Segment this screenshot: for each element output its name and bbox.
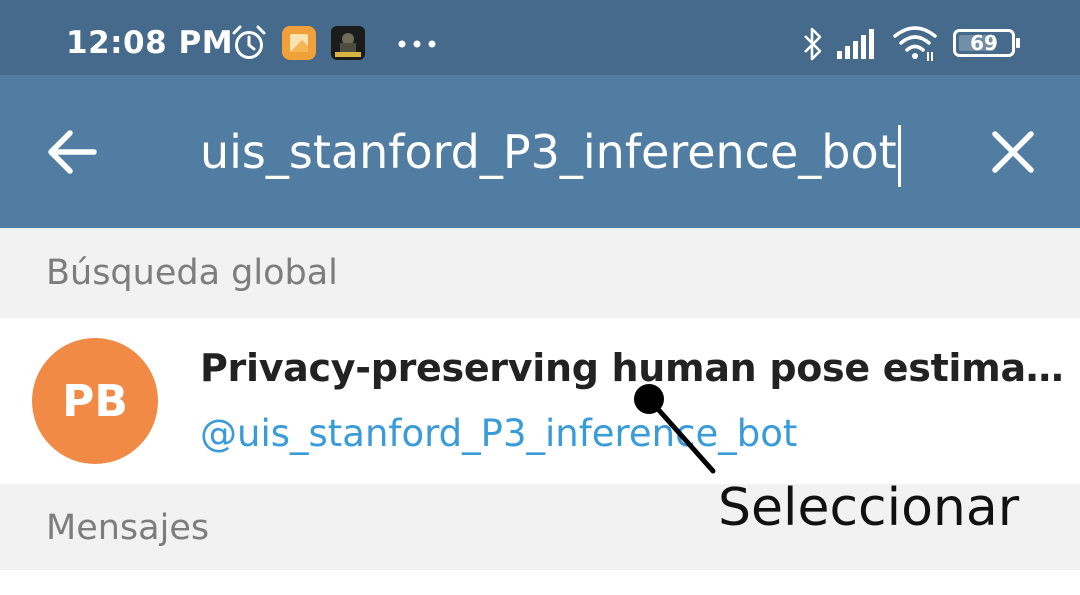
clear-search-button[interactable] [990,129,1036,175]
avatar-initials: PB [62,375,128,427]
search-input[interactable]: uis_stanford_P3_inference_bot [200,117,920,187]
text-cursor [897,124,901,187]
battery-icon: 69 [953,29,1020,57]
close-icon [992,131,1034,173]
status-time: 12:08 PM [66,25,234,61]
bluetooth-icon [804,27,822,61]
section-header-global-search: Búsqueda global [0,228,1080,318]
search-input-value: uis_stanford_P3_inference_bot [200,125,897,179]
section-header-label: Búsqueda global [46,253,338,293]
annotation-pointer-icon [634,384,716,474]
avatar: PB [32,338,158,464]
call-of-duty-app-icon [331,26,365,60]
annotation-label: Seleccionar [718,478,1020,538]
wifi-icon [893,26,937,61]
arrow-left-icon [48,130,97,174]
alarm-icon [232,25,266,59]
status-bar: 12:08 PM 69 [0,0,1080,75]
more-dots-icon [398,40,436,48]
gallery-app-icon [282,26,316,60]
battery-level: 69 [970,31,998,55]
search-app-bar: uis_stanford_P3_inference_bot [0,75,1080,228]
section-header-label: Mensajes [46,508,210,548]
signal-icon [837,29,874,59]
search-result-row[interactable]: PB Privacy-preserving human pose estima…… [0,318,1080,484]
back-button[interactable] [44,127,114,177]
